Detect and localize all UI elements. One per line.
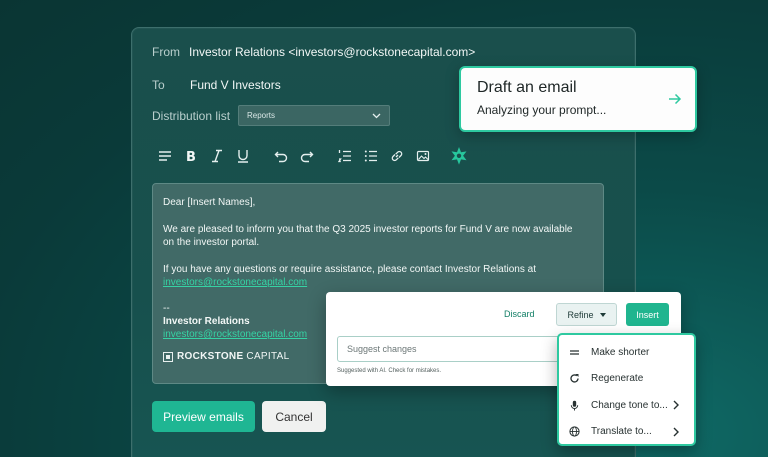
ai-disclaimer: Suggested with AI. Check for mistakes. [337,368,442,374]
refine-menu: Make shorter Regenerate Change tone to..… [557,333,696,446]
microphone-icon [570,400,579,411]
contact-paragraph: If you have any questions or require ass… [163,263,593,289]
insert-button[interactable]: Insert [626,303,669,326]
menu-item-translate[interactable]: Translate to... [559,419,694,446]
contact-text: If you have any questions or require ass… [163,264,536,275]
menu-item-change-tone[interactable]: Change tone to... [559,392,694,419]
svg-text:B: B [186,150,196,163]
image-icon[interactable] [410,146,436,166]
discard-button[interactable]: Discard [504,309,535,319]
chevron-right-icon [673,427,679,436]
logo-bold-text: ROCKSTONE [177,351,244,362]
formatting-toolbar: B [152,146,472,166]
body-paragraph: We are pleased to inform you that the Q3… [163,223,593,249]
refine-dropdown-button[interactable]: Refine [556,303,617,326]
undo-icon[interactable] [268,146,294,166]
distribution-list-select[interactable]: Reports [238,105,390,126]
numbered-list-icon[interactable] [332,146,358,166]
underline-icon[interactable] [230,146,256,166]
body-text-line: on the investor portal. [163,237,260,248]
to-value[interactable]: Fund V Investors [190,78,281,92]
draft-email-card[interactable]: Draft an email Analyzing your prompt... [459,66,697,132]
menu-item-make-shorter[interactable]: Make shorter [559,339,694,366]
shorten-icon [570,350,579,355]
caret-down-icon [599,312,606,317]
cancel-button[interactable]: Cancel [262,401,326,432]
suggest-changes-input[interactable]: Suggest changes [337,336,572,362]
ai-sparkle-icon[interactable] [446,146,472,166]
align-icon[interactable] [152,146,178,166]
menu-item-label: Translate to... [591,426,652,438]
draft-status: Analyzing your prompt... [477,103,607,117]
chevron-down-icon [372,113,381,118]
distribution-list-label: Distribution list [152,109,231,123]
globe-icon [569,426,580,437]
arrow-right-icon[interactable] [667,91,683,107]
to-label: To [152,78,165,92]
bold-icon[interactable]: B [178,146,204,166]
draft-title: Draft an email [477,79,577,96]
italic-icon[interactable] [204,146,230,166]
greeting-text: Dear [Insert Names], [163,197,256,208]
logo-text: CAPITAL [246,351,290,362]
distribution-list-value: Reports [247,111,276,120]
link-icon[interactable] [384,146,410,166]
menu-item-label: Make shorter [591,346,650,358]
from-label: From [152,45,180,59]
menu-item-label: Regenerate [591,373,644,385]
bullet-list-icon[interactable] [358,146,384,166]
body-text-line: We are pleased to inform you that the Q3… [163,224,573,235]
contact-email-link[interactable]: investors@rockstonecapital.com [163,277,307,288]
preview-emails-button[interactable]: Preview emails [152,401,255,432]
chevron-right-icon [673,400,679,410]
refine-label: Refine [567,309,594,320]
menu-item-regenerate[interactable]: Regenerate [559,366,694,393]
menu-item-label: Change tone to... [591,399,668,411]
redo-icon[interactable] [294,146,320,166]
logo-mark-icon [163,351,173,362]
from-value[interactable]: Investor Relations <investors@rockstonec… [189,45,475,59]
refresh-icon [570,374,579,383]
